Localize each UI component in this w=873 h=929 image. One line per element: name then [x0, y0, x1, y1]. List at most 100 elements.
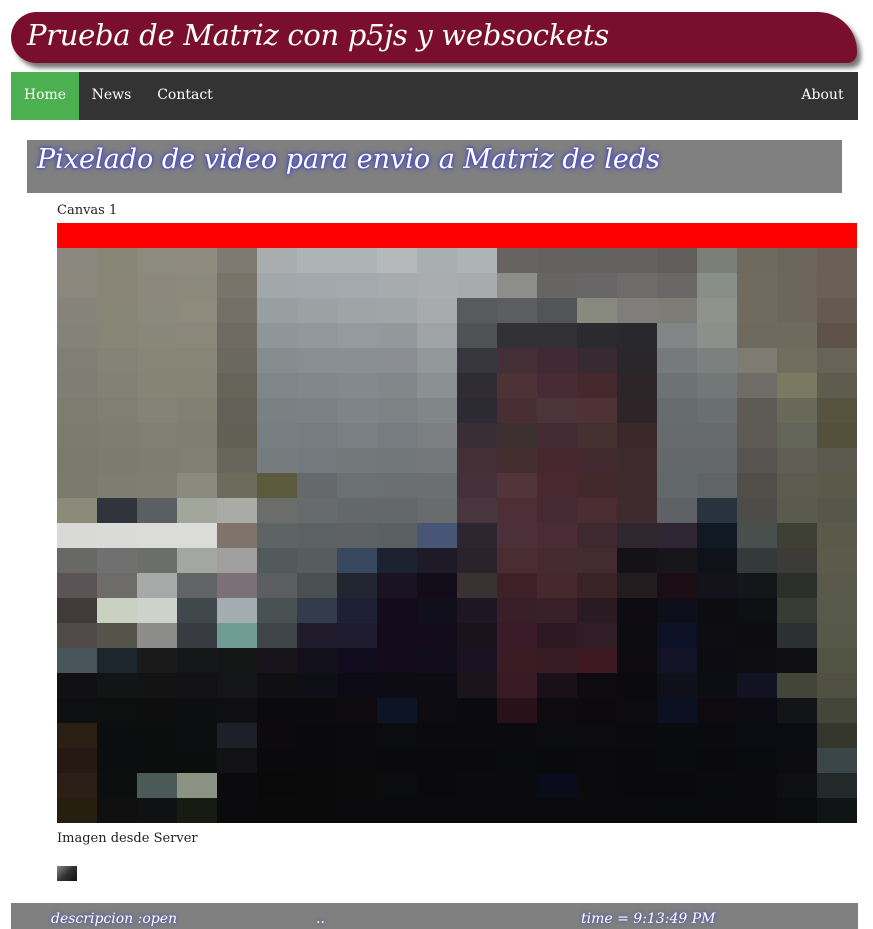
- pixel-cell: [417, 498, 458, 524]
- pixel-cell: [737, 348, 778, 374]
- pixel-cell: [217, 498, 258, 524]
- pixel-cell: [617, 273, 658, 299]
- pixel-cell: [777, 273, 818, 299]
- pixel-cell: [617, 248, 658, 274]
- pixel-cell: [97, 298, 138, 324]
- pixel-cell: [817, 448, 857, 474]
- pixel-cell: [97, 598, 138, 624]
- pixel-cell: [57, 798, 98, 823]
- pixel-cell: [417, 798, 458, 823]
- pixel-cell: [537, 623, 578, 649]
- pixel-cell: [97, 573, 138, 599]
- pixel-cell: [497, 573, 538, 599]
- footer-description: descripcion :open: [51, 911, 178, 927]
- pixel-cell: [217, 273, 258, 299]
- pixel-cell: [577, 698, 618, 724]
- pixelated-video-canvas[interactable]: [57, 248, 857, 823]
- pixel-cell: [777, 298, 818, 324]
- pixel-cell: [497, 373, 538, 399]
- nav-item-home[interactable]: Home: [11, 72, 79, 120]
- pixel-cell: [777, 698, 818, 724]
- pixel-cell: [377, 498, 418, 524]
- pixel-cell: [457, 273, 498, 299]
- pixel-cell: [337, 423, 378, 449]
- pixel-cell: [137, 723, 178, 749]
- pixel-cell: [777, 373, 818, 399]
- pixel-cell: [297, 373, 338, 399]
- footer-separator: ..: [316, 911, 325, 927]
- pixel-cell: [377, 773, 418, 799]
- pixel-cell: [817, 423, 857, 449]
- pixel-cell: [577, 448, 618, 474]
- pixel-cell: [457, 648, 498, 674]
- pixel-cell: [57, 523, 98, 549]
- pixel-cell: [137, 598, 178, 624]
- pixel-cell: [57, 623, 98, 649]
- pixel-cell: [657, 423, 698, 449]
- pixel-cell: [217, 623, 258, 649]
- pixel-cell: [417, 598, 458, 624]
- pixel-cell: [377, 573, 418, 599]
- pixel-cell: [137, 573, 178, 599]
- pixel-cell: [57, 598, 98, 624]
- pixel-cell: [377, 448, 418, 474]
- pixel-cell: [817, 323, 857, 349]
- pixel-cell: [97, 723, 138, 749]
- pixel-cell: [777, 473, 818, 499]
- pixel-cell: [377, 348, 418, 374]
- pixel-cell: [577, 323, 618, 349]
- pixel-cell: [57, 373, 98, 399]
- pixel-cell: [617, 798, 658, 823]
- site-header: Prueba de Matriz con p5js y websockets: [11, 12, 857, 63]
- pixel-cell: [497, 548, 538, 574]
- pixel-cell: [177, 473, 218, 499]
- pixel-cell: [337, 398, 378, 424]
- pixel-cell: [457, 348, 498, 374]
- pixel-cell: [97, 698, 138, 724]
- pixel-cell: [457, 298, 498, 324]
- pixel-cell: [377, 548, 418, 574]
- nav-item-contact[interactable]: Contact: [144, 72, 226, 120]
- pixel-cell: [217, 448, 258, 474]
- pixel-cell: [617, 623, 658, 649]
- pixel-cell: [417, 748, 458, 774]
- nav-item-about[interactable]: About: [787, 72, 858, 120]
- pixel-cell: [137, 523, 178, 549]
- pixel-cell: [97, 773, 138, 799]
- pixel-cell: [257, 623, 298, 649]
- pixel-cell: [297, 623, 338, 649]
- pixel-cell: [697, 273, 738, 299]
- pixel-cell: [57, 723, 98, 749]
- pixel-cell: [257, 698, 298, 724]
- pixel-cell: [57, 473, 98, 499]
- pixel-cell: [137, 748, 178, 774]
- pixel-cell: [577, 348, 618, 374]
- pixel-cell: [697, 698, 738, 724]
- pixel-cell: [697, 423, 738, 449]
- nav-item-news[interactable]: News: [79, 72, 144, 120]
- pixel-cell: [137, 648, 178, 674]
- pixel-cell: [737, 673, 778, 699]
- pixel-cell: [177, 723, 218, 749]
- pixel-cell: [577, 773, 618, 799]
- pixel-cell: [617, 323, 658, 349]
- pixel-cell: [697, 648, 738, 674]
- pixel-cell: [577, 398, 618, 424]
- pixel-cell: [497, 798, 538, 823]
- pixel-cell: [457, 623, 498, 649]
- pixel-cell: [577, 573, 618, 599]
- pixel-cell: [697, 523, 738, 549]
- pixel-cell: [457, 698, 498, 724]
- pixel-cell: [577, 248, 618, 274]
- top-nav: Home News Contact About: [11, 72, 858, 120]
- pixel-cell: [497, 523, 538, 549]
- pixel-cell: [457, 573, 498, 599]
- pixel-cell: [457, 748, 498, 774]
- pixel-cell: [257, 373, 298, 399]
- pixel-cell: [457, 498, 498, 524]
- pixel-cell: [177, 598, 218, 624]
- pixel-cell: [497, 673, 538, 699]
- pixel-cell: [257, 773, 298, 799]
- pixel-cell: [777, 323, 818, 349]
- pixel-cell: [337, 723, 378, 749]
